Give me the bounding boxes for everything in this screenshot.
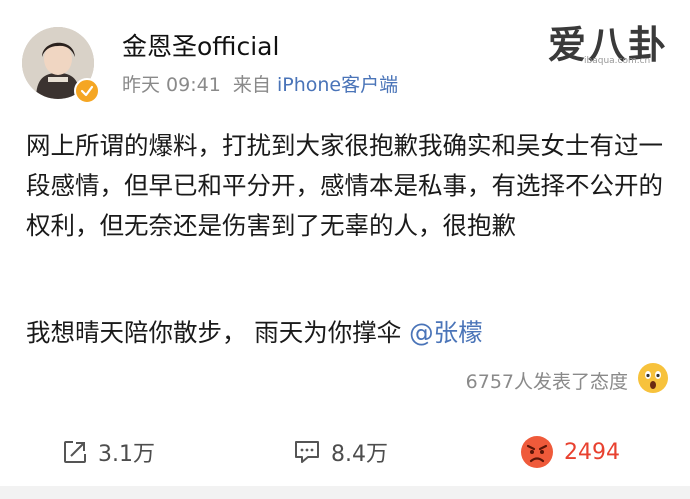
repost-count: 3.1万 [98, 442, 155, 467]
source-prefix: 来自 [232, 74, 271, 96]
post-body-line2: 我想晴天陪你散步， 雨天为你撑伞 @张檬 [26, 313, 671, 353]
repost-icon [64, 441, 86, 463]
author-name[interactable]: 金恩圣official [122, 27, 279, 63]
shocked-face-icon[interactable] [637, 362, 669, 394]
site-watermark: 爱八卦 ibaqua.com.cn [548, 14, 674, 70]
mention-link[interactable]: @张檬 [409, 318, 483, 347]
like-button[interactable]: 2494 [520, 434, 620, 470]
action-bar: 3.1万 8.4万 2494 [0, 420, 690, 486]
repost-button[interactable]: 3.1万 [62, 434, 155, 470]
comment-icon [295, 441, 319, 463]
post-body: 网上所谓的爆料，打扰到大家很抱歉我确实和吴女士有过一段感情，但早已和平分开，感情… [26, 126, 671, 246]
watermark-url: ibaqua.com.cn [584, 56, 651, 66]
post-text-2: 我想晴天陪你散步， 雨天为你撑伞 [26, 318, 410, 347]
post-time: 昨天 09:41 [122, 74, 221, 96]
angry-face-icon [521, 436, 553, 468]
comment-button[interactable]: 8.4万 [293, 434, 388, 470]
comment-count: 8.4万 [331, 442, 388, 467]
verified-badge-icon [74, 78, 100, 104]
bottom-divider [0, 486, 690, 499]
reaction-summary[interactable]: 6757人发表了态度 [466, 367, 628, 394]
post-text: 网上所谓的爆料，打扰到大家很抱歉我确实和吴女士有过一段感情，但早已和平分开，感情… [26, 131, 663, 240]
post-meta: 昨天 09:41 来自 iPhone客户端 [122, 70, 398, 97]
like-count: 2494 [564, 439, 620, 465]
post-source-link[interactable]: iPhone客户端 [277, 74, 398, 96]
